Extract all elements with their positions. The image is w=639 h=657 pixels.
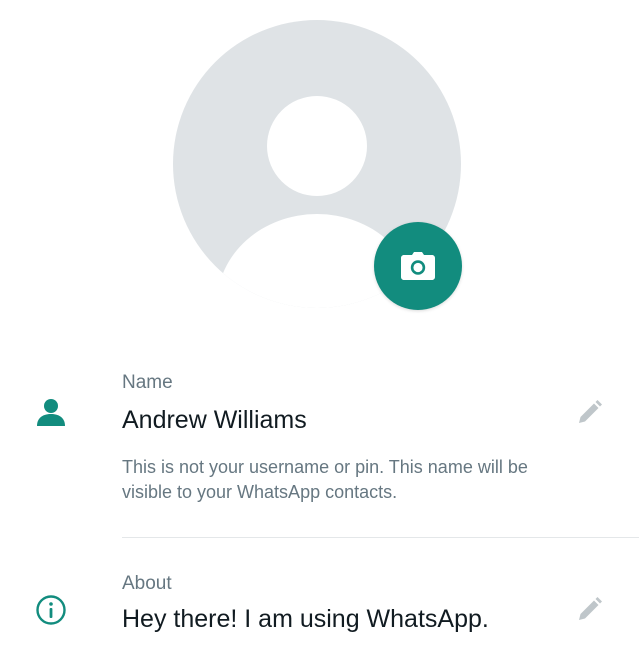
person-icon (33, 394, 69, 430)
change-photo-button[interactable] (374, 222, 462, 310)
edit-about-pencil-icon[interactable] (572, 593, 606, 627)
camera-icon (401, 252, 435, 280)
about-value[interactable]: Hey there! I am using WhatsApp. (122, 605, 489, 634)
name-hint-text: This is not your username or pin. This n… (122, 457, 528, 502)
section-divider (122, 537, 639, 538)
name-label: Name (122, 372, 173, 393)
info-icon (33, 592, 69, 628)
avatar-placeholder-head (267, 96, 367, 196)
about-label: About (122, 573, 172, 594)
edit-name-pencil-icon[interactable] (572, 396, 606, 430)
profile-screen: Name Andrew Williams This is not your us… (0, 0, 639, 657)
name-value[interactable]: Andrew Williams (122, 406, 307, 435)
